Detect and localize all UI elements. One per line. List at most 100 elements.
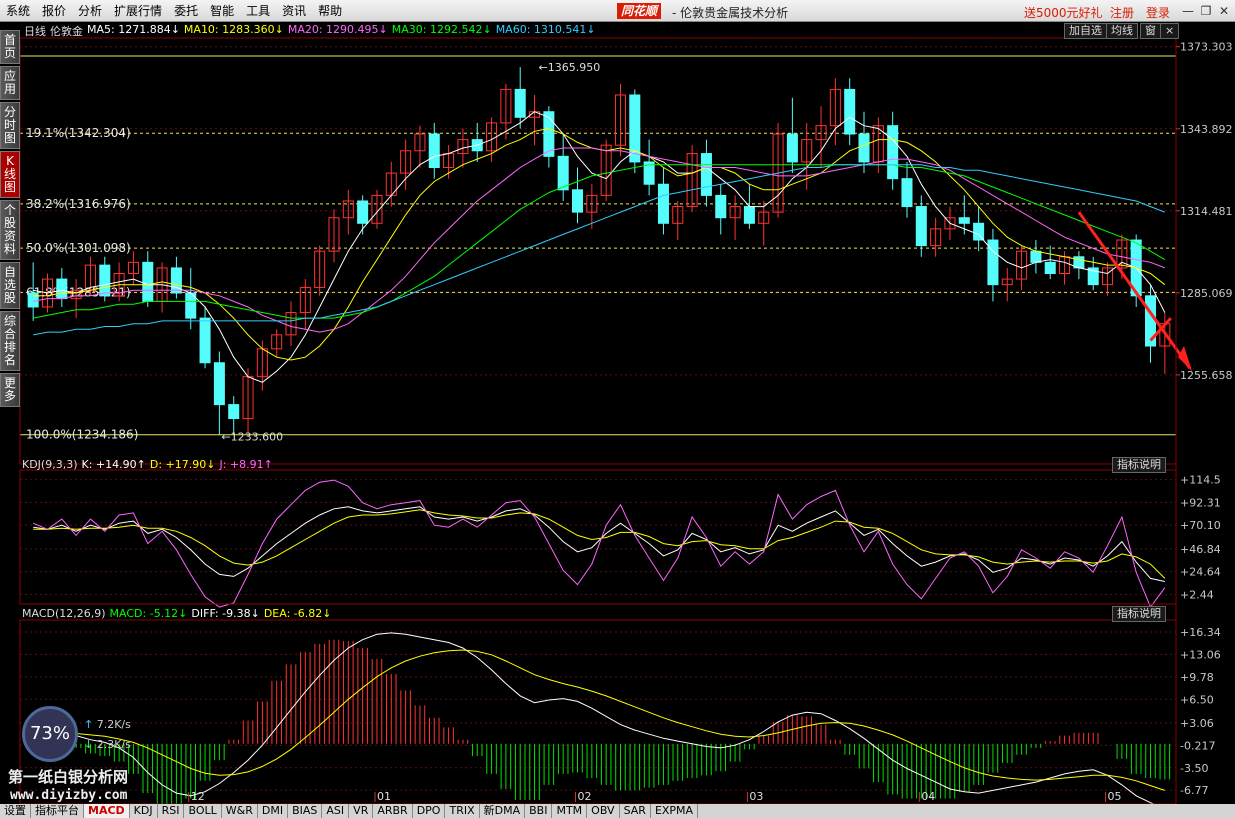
macd-tick-label: -0.217 — [1180, 739, 1215, 752]
macd-legend: MACD(12,26,9) MACD: -5.12↓ DIFF: -9.38↓ … — [22, 607, 331, 620]
fib-label: 38.2%(1316.976) — [26, 197, 131, 211]
candle-body — [901, 178, 913, 208]
price-tick-label: 1343.892 — [1180, 123, 1233, 136]
low-mark-label: ←1233.600 — [221, 430, 283, 443]
x-tick-label: 05 — [1108, 790, 1122, 803]
indicator-tab[interactable]: ARBR — [373, 804, 413, 818]
menu-item-quote[interactable]: 报价 — [36, 2, 72, 19]
x-tick-label: 04 — [921, 790, 935, 803]
indicator-tab[interactable]: RSI — [158, 804, 185, 818]
candle-body — [213, 362, 225, 406]
promo-link[interactable]: 送5000元好礼 — [1024, 4, 1103, 21]
indicator-tab[interactable]: ASI — [322, 804, 350, 818]
ma10-label: MA10: 1283.360↓ — [183, 23, 284, 36]
indicator-tab[interactable]: OBV — [587, 804, 620, 818]
login-link[interactable]: 登录 — [1146, 4, 1170, 21]
candle-body — [99, 264, 111, 297]
indicator-tab[interactable]: 设置 — [0, 804, 31, 818]
candle-body — [887, 125, 899, 180]
speed-percent: 73% — [22, 706, 78, 762]
candle-body — [786, 133, 798, 163]
kdj-d-label: D: +17.90↓ — [149, 458, 216, 471]
indicator-tab[interactable]: KDJ — [130, 804, 158, 818]
indicator-tabs: 设置 指标平台 MACD KDJ RSI BOLL W&R DMI BIAS ASI VR ARBR D… — [0, 804, 1235, 818]
indicator-tab[interactable]: BIAS — [288, 804, 323, 818]
macd-line-dea — [33, 649, 1165, 791]
indicator-tab[interactable]: W&R — [222, 804, 258, 818]
macd-value-label: MACD: -5.12↓ — [109, 607, 188, 620]
macd-diff-label: DIFF: -9.38↓ — [191, 607, 260, 620]
candle-body — [844, 88, 856, 135]
price-legend: 日线 伦敦金 MA5: 1271.884↓ MA10: 1283.360↓ MA… — [24, 23, 596, 39]
nav-apps[interactable]: 应用 — [0, 66, 20, 100]
price-tick-label: 1314.481 — [1180, 205, 1233, 218]
indicator-tab[interactable]: DMI — [258, 804, 289, 818]
indicator-tab[interactable]: SAR — [620, 804, 651, 818]
candle-body — [973, 222, 985, 241]
nav-profile[interactable]: 个股资料 — [0, 200, 20, 260]
menu-item-news[interactable]: 资讯 — [276, 2, 312, 19]
axes-layer: 1373.303 1343.892 1314.481 1285.069 1255.658… — [19, 22, 1233, 804]
restore-icon[interactable]: ❐ — [1198, 3, 1214, 19]
close-window-icon[interactable]: ✕ — [1216, 3, 1232, 19]
candle-body — [228, 404, 240, 420]
price-tick-label: 1285.069 — [1180, 287, 1233, 300]
macd-help-button[interactable]: 指标说明 — [1112, 606, 1166, 622]
candle-body — [142, 261, 154, 302]
high-mark-label: ←1365.950 — [539, 61, 601, 74]
avg-line-button[interactable]: 均线 — [1106, 23, 1138, 39]
minimize-icon[interactable]: — — [1180, 3, 1196, 19]
menu-item-system[interactable]: 系统 — [0, 2, 36, 19]
indicator-tab[interactable]: MTM — [552, 804, 588, 818]
menu-item-help[interactable]: 帮助 — [312, 2, 348, 19]
nav-home[interactable]: 首页 — [0, 30, 20, 64]
menu-item-smart[interactable]: 智能 — [204, 2, 240, 19]
indicator-tab[interactable]: BBI — [525, 804, 553, 818]
watermark-url: www.diyizby.com — [10, 788, 128, 803]
indicator-tab[interactable]: 指标平台 — [31, 804, 84, 818]
macd-dea-label: DEA: -6.82↓ — [263, 607, 332, 620]
fib-label: 19.1%(1342.304) — [26, 126, 131, 140]
kdj-help-button[interactable]: 指标说明 — [1112, 457, 1166, 473]
fib-label: 100.0%(1234.186) — [26, 428, 138, 442]
price-panel: 19.1%(1342.304) 38.2%(1316.976) 50.0%(1301… — [20, 46, 1192, 443]
ma5-label: MA5: 1271.884↓ — [87, 23, 180, 36]
register-link[interactable]: 注册 — [1110, 4, 1134, 21]
up-arrow-icon: ↑ — [84, 718, 94, 731]
macd-tick-label: +6.50 — [1180, 693, 1214, 706]
candle-body — [357, 200, 369, 224]
kdj-tick-label: +92.31 — [1180, 496, 1221, 509]
close-chart-button[interactable]: × — [1160, 23, 1180, 39]
indicator-tab[interactable]: 新DMA — [480, 804, 526, 818]
nav-ranking[interactable]: 综合排名 — [0, 311, 20, 371]
menu-item-extended-quotes[interactable]: 扩展行情 — [108, 2, 168, 19]
kdj-line-j — [33, 479, 1166, 609]
trend-arrow-line — [1077, 211, 1192, 370]
macd-tick-label: +9.78 — [1180, 671, 1214, 684]
candle-body — [858, 133, 870, 163]
indicator-tab[interactable]: TRIX — [445, 804, 480, 818]
candle-body — [1044, 261, 1056, 274]
ma30-label: MA30: 1292.542↓ — [391, 23, 492, 36]
indicator-tab[interactable]: BOLL — [184, 804, 222, 818]
indicator-tab[interactable]: DPO — [413, 804, 446, 818]
add-watch-button[interactable]: 加自选 — [1064, 23, 1107, 39]
candle-body — [743, 206, 755, 224]
nav-more[interactable]: 更多 — [0, 373, 20, 407]
x-tick-label: 12 — [191, 790, 205, 803]
menu-item-analysis[interactable]: 分析 — [72, 2, 108, 19]
kdj-legend: KDJ(9,3,3) K: +14.90↑ D: +17.90↓ J: +8.9… — [22, 458, 273, 471]
menu-item-tools[interactable]: 工具 — [240, 2, 276, 19]
window-button[interactable]: 窗 — [1140, 23, 1161, 39]
macd-tick-label: +13.06 — [1180, 648, 1221, 661]
indicator-tab[interactable]: MACD — [84, 804, 130, 818]
nav-kline[interactable]: K线图 — [0, 151, 20, 198]
indicator-tab[interactable]: EXPMA — [651, 804, 699, 818]
x-tick-label: 03 — [749, 790, 763, 803]
kdj-j-label: J: +8.91↑ — [219, 458, 273, 471]
nav-watchlist[interactable]: 自选股 — [0, 262, 20, 309]
nav-intraday[interactable]: 分时图 — [0, 102, 20, 149]
menu-item-trade[interactable]: 委托 — [168, 2, 204, 19]
indicator-tab[interactable]: VR — [349, 804, 374, 818]
price-tick-label: 1373.303 — [1180, 41, 1233, 54]
